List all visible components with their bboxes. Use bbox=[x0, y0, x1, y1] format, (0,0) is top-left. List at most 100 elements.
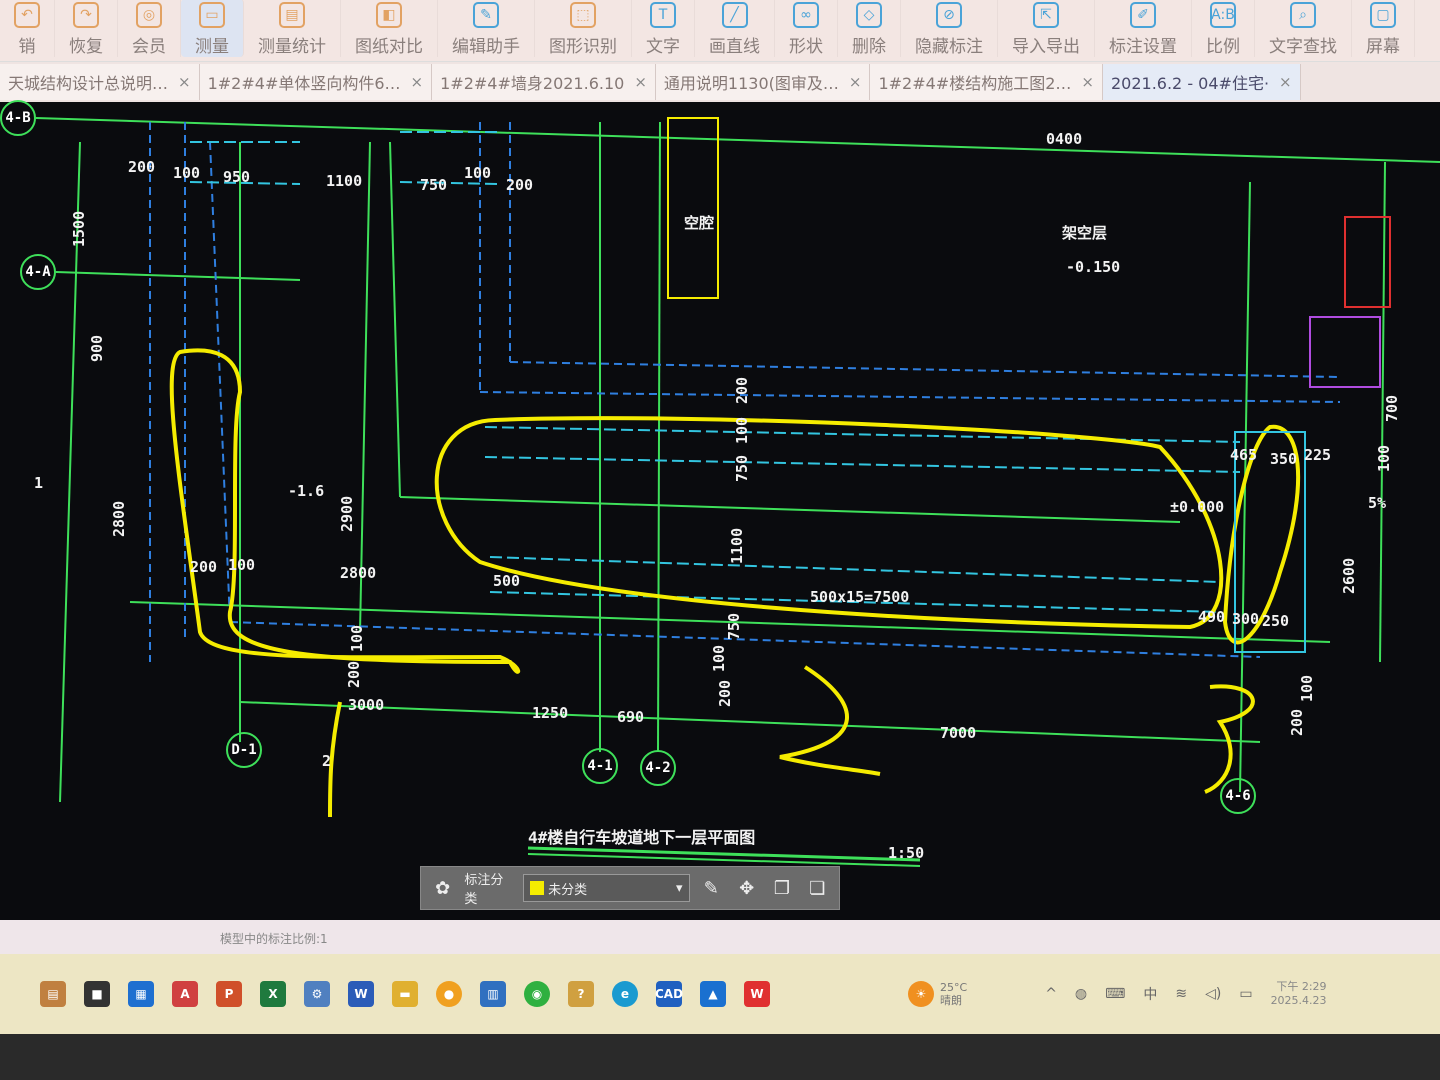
toolbar-button-17[interactable]: ▢ 屏幕 bbox=[1352, 0, 1415, 57]
dimension-label: 2 bbox=[322, 752, 332, 770]
dimension-label: -1.6 bbox=[288, 482, 325, 500]
toolbar-label: 会员 bbox=[132, 37, 166, 57]
status-text: 模型中的标注比例:1 bbox=[220, 932, 328, 946]
toolbar-button-1[interactable]: ↷ 恢复 bbox=[55, 0, 118, 57]
cad-canvas[interactable]: 200 100 950 1100 750 100 200 1500 900 2800 2900 -1.… bbox=[0, 100, 1440, 920]
weather-temp: 25°C bbox=[940, 981, 968, 994]
toolbar-icon: ╱ bbox=[721, 2, 748, 28]
toolbar-icon: ⇱ bbox=[1033, 2, 1059, 28]
dimension-label: 950 bbox=[223, 168, 251, 186]
dimension-label: 225 bbox=[1304, 446, 1332, 464]
taskbar-wechat-icon[interactable]: ◉ bbox=[524, 981, 550, 1007]
battery-icon[interactable]: ▭ bbox=[1239, 986, 1252, 1002]
taskbar-app-icon[interactable]: ■ bbox=[84, 981, 110, 1007]
toolbar-button-0[interactable]: ↶ 销 bbox=[0, 0, 55, 57]
move-icon[interactable]: ✥ bbox=[733, 874, 760, 902]
close-icon[interactable]: × bbox=[634, 73, 647, 91]
document-tab[interactable]: 通用说明1130(图审及… × bbox=[655, 64, 871, 100]
taskbar-powerpoint-icon[interactable]: P bbox=[216, 981, 242, 1007]
taskbar-store-icon[interactable]: ▦ bbox=[128, 981, 154, 1007]
taskbar-app2-icon[interactable]: ● bbox=[436, 981, 462, 1007]
edit-icon[interactable]: ✎ bbox=[698, 874, 725, 902]
toolbar-button-3[interactable]: ▭ 测量 bbox=[181, 0, 244, 57]
volume-icon[interactable]: ◁) bbox=[1205, 986, 1221, 1002]
taskbar-books-icon[interactable]: ▤ bbox=[40, 981, 66, 1007]
taskbar-word-icon[interactable]: W bbox=[348, 981, 374, 1007]
grid-menu-icon[interactable]: ✿ bbox=[429, 874, 456, 902]
dimension-label: 0400 bbox=[1046, 130, 1083, 148]
document-tab[interactable]: 1#2#4#墙身2021.6.10 × bbox=[432, 64, 656, 100]
toolbar-button-2[interactable]: ◎ 会员 bbox=[118, 0, 181, 57]
toolbar-icon: ✐ bbox=[1130, 2, 1156, 28]
taskbar-edge-icon[interactable]: e bbox=[612, 981, 638, 1007]
dimension-label: 300 bbox=[1232, 610, 1260, 628]
toolbar-icon: ⊘ bbox=[936, 2, 962, 28]
axis-bubble: 4-1 bbox=[582, 748, 618, 784]
toolbar-button-10[interactable]: ∞ 形状 bbox=[775, 0, 838, 57]
taskbar-app5-icon[interactable]: ▲ bbox=[700, 981, 726, 1007]
taskbar-pdf-icon[interactable]: A bbox=[172, 981, 198, 1007]
toolbar-button-9[interactable]: ╱ 画直线 bbox=[695, 0, 775, 57]
dimension-label: 200 bbox=[1288, 708, 1306, 736]
dimension-label: 750 bbox=[725, 612, 743, 640]
toolbar-label: 图形识别 bbox=[549, 37, 617, 57]
dimension-label: 空腔 bbox=[684, 214, 715, 232]
tab-label: 1#2#4#墙身2021.6.10 bbox=[440, 74, 625, 93]
document-tab[interactable]: 2021.6.2 - 04#住宅· × bbox=[1102, 64, 1301, 100]
dimension-label: 350 bbox=[1270, 450, 1298, 468]
toolbar-button-6[interactable]: ✎ 编辑助手 bbox=[438, 0, 535, 57]
tab-label: 天城结构设计总说明… bbox=[8, 74, 169, 93]
ime-indicator[interactable]: 中 bbox=[1143, 984, 1157, 1004]
toolbar-label: 文字 bbox=[646, 37, 680, 57]
toolbar-button-5[interactable]: ◧ 图纸对比 bbox=[341, 0, 438, 57]
axis-bubble: 4-2 bbox=[640, 750, 676, 786]
keyboard-icon[interactable]: ⌨ bbox=[1105, 986, 1125, 1002]
toolbar-label: 标注设置 bbox=[1109, 37, 1177, 57]
dimension-label: 200 bbox=[190, 558, 218, 576]
taskbar-wps-icon[interactable]: W bbox=[744, 981, 770, 1007]
toolbar-button-4[interactable]: ▤ 测量统计 bbox=[244, 0, 341, 57]
toolbar-icon: ⌕ bbox=[1290, 2, 1316, 28]
tray-app-icon[interactable]: ◍ bbox=[1075, 986, 1087, 1002]
taskbar-cad-icon[interactable]: CAD bbox=[655, 981, 683, 1007]
close-icon[interactable]: × bbox=[411, 73, 424, 91]
toolbar-label: 图纸对比 bbox=[355, 37, 423, 57]
toolbar-button-11[interactable]: ◇ 删除 bbox=[838, 0, 901, 57]
tab-label: 2021.6.2 - 04#住宅· bbox=[1110, 74, 1270, 93]
close-icon[interactable]: × bbox=[849, 73, 862, 91]
copy-icon[interactable]: ❐ bbox=[768, 874, 795, 902]
document-tab[interactable]: 1#2#4#单体竖向构件6… × bbox=[199, 64, 433, 100]
wifi-icon[interactable]: ≋ bbox=[1175, 986, 1187, 1002]
toolbar-icon: ◧ bbox=[376, 2, 402, 28]
toolbar-button-15[interactable]: A:B 比例 bbox=[1192, 0, 1255, 57]
category-select[interactable]: 未分类 ▾ bbox=[523, 874, 690, 902]
clock[interactable]: 下午 2:29 2025.4.23 bbox=[1271, 980, 1327, 1008]
taskbar-folder-icon[interactable]: ▬ bbox=[392, 981, 418, 1007]
axis-bubble: 4-B bbox=[0, 100, 36, 136]
tab-label: 通用说明1130(图审及… bbox=[663, 74, 839, 93]
dimension-label: 1 bbox=[34, 474, 44, 492]
dimension-label: 1100 bbox=[326, 172, 363, 190]
taskbar-app4-icon[interactable]: ? bbox=[568, 981, 594, 1007]
toolbar-button-12[interactable]: ⊘ 隐藏标注 bbox=[901, 0, 998, 57]
taskbar-excel-icon[interactable]: X bbox=[260, 981, 286, 1007]
taskbar-app3-icon[interactable]: ▥ bbox=[480, 981, 506, 1007]
close-icon[interactable]: × bbox=[178, 73, 191, 91]
dimension-label: 100 bbox=[710, 644, 728, 672]
toolbar-button-16[interactable]: ⌕ 文字查找 bbox=[1255, 0, 1352, 57]
toolbar-button-14[interactable]: ✐ 标注设置 bbox=[1095, 0, 1192, 57]
taskbar-settings-icon[interactable]: ⚙ bbox=[304, 981, 330, 1007]
document-tab[interactable]: 天城结构设计总说明… × bbox=[0, 64, 200, 100]
toolbar-label: 编辑助手 bbox=[452, 37, 520, 57]
toolbar-button-13[interactable]: ⇱ 导入导出 bbox=[998, 0, 1095, 57]
toolbar-button-7[interactable]: ⬚ 图形识别 bbox=[535, 0, 632, 57]
document-tab[interactable]: 1#2#4#楼结构施工图2… × bbox=[870, 64, 1103, 100]
dimension-label: 100 bbox=[1375, 444, 1393, 472]
close-icon[interactable]: × bbox=[1081, 73, 1094, 91]
weather-widget[interactable]: ☀ 25°C 晴朗 bbox=[908, 981, 967, 1007]
close-icon[interactable]: × bbox=[1279, 73, 1292, 91]
toolbar-button-8[interactable]: T 文字 bbox=[632, 0, 695, 57]
paste-icon[interactable]: ❏ bbox=[804, 874, 831, 902]
toolbar-icon: ◎ bbox=[136, 2, 162, 28]
tray-chevron-icon[interactable]: ^ bbox=[1045, 986, 1057, 1002]
